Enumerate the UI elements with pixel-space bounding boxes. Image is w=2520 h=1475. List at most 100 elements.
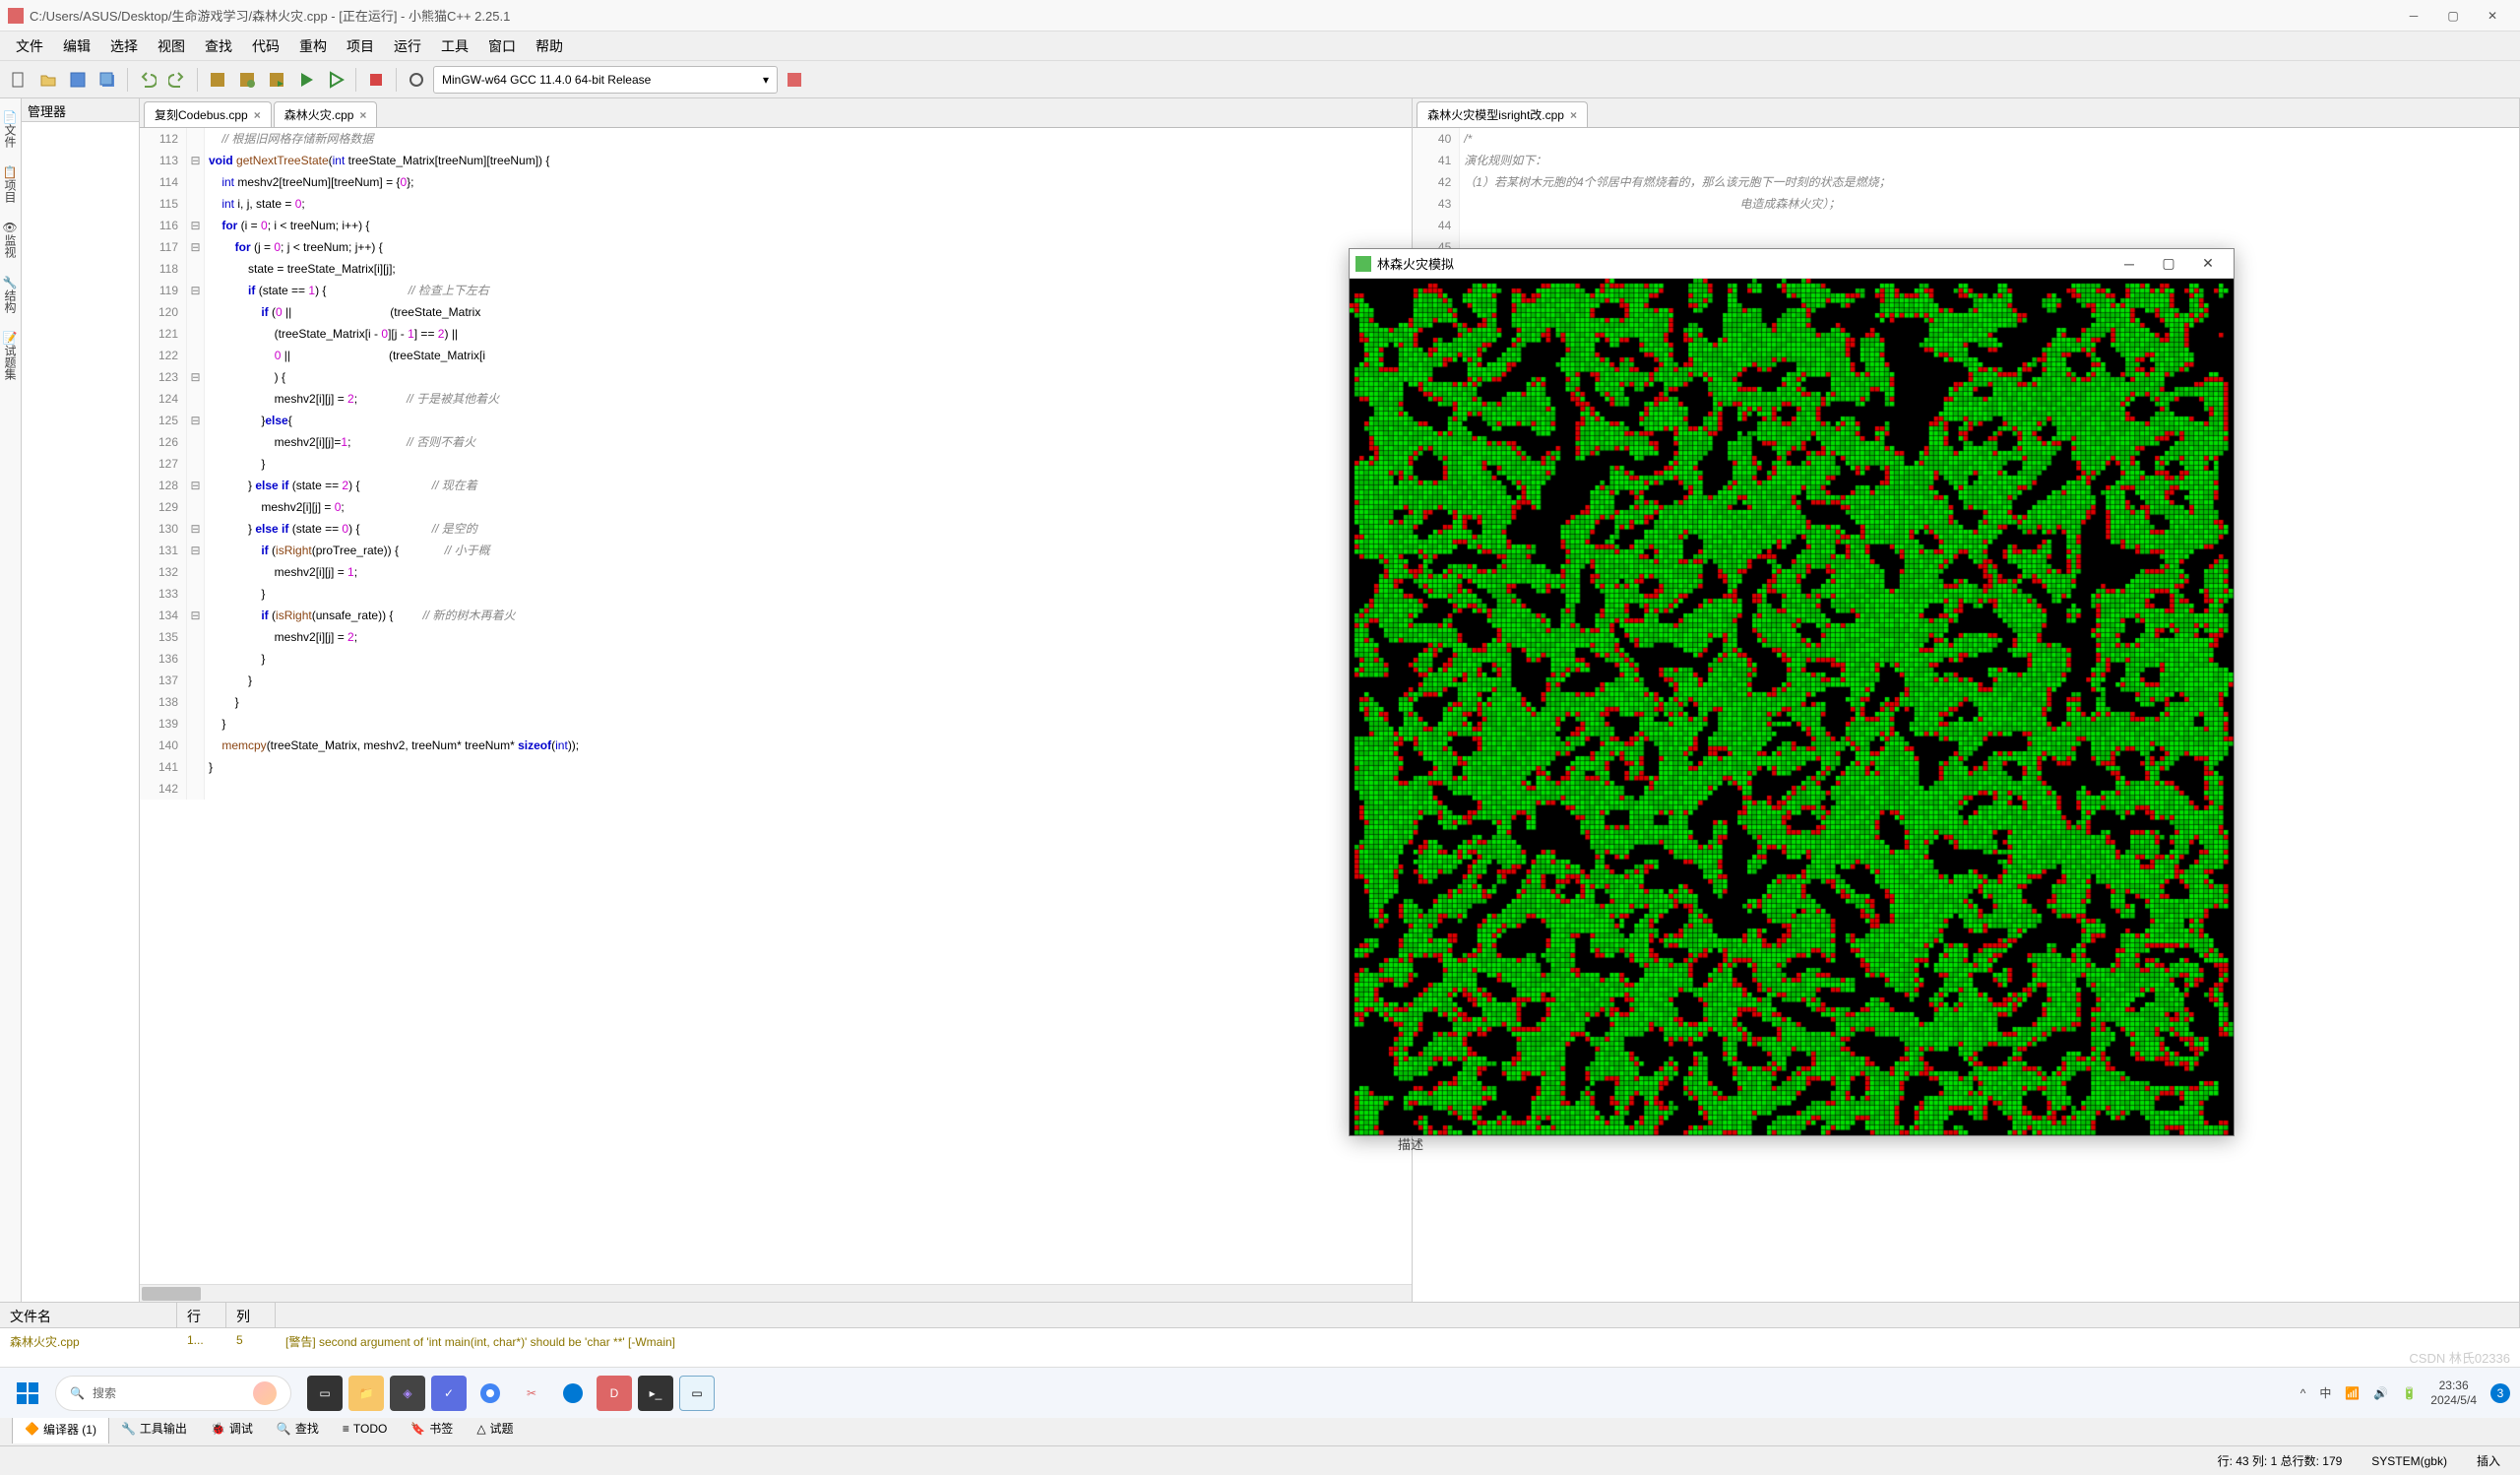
menu-项目[interactable]: 项目 (337, 32, 384, 60)
desc-label: 描述 (1398, 1134, 1423, 1153)
search-avatar-icon (253, 1381, 277, 1405)
save-all-button[interactable] (94, 67, 120, 93)
hscroll-left[interactable] (140, 1284, 1412, 1302)
menu-代码[interactable]: 代码 (242, 32, 289, 60)
editor-right-tabbar: 森林火灾模型isright改.cpp× (1413, 98, 2519, 128)
col-line[interactable]: 行 (177, 1303, 226, 1327)
simulation-window[interactable]: 林森火灾模拟 ─ ▢ ✕ (1349, 248, 2235, 1136)
app-edge[interactable] (555, 1376, 591, 1411)
taskbar-search[interactable]: 🔍 搜索 (55, 1376, 291, 1411)
compile-button[interactable] (205, 67, 230, 93)
search-icon: 🔍 (70, 1386, 85, 1400)
tab-close[interactable]: × (1570, 108, 1577, 122)
btab-TODO[interactable]: ≡TODO (331, 1416, 399, 1442)
app-icon (8, 8, 24, 24)
compiler-settings-button[interactable] (782, 67, 807, 93)
tray-wifi-icon[interactable]: 📶 (2345, 1386, 2360, 1400)
editor-left-tabbar: 复刻Codebus.cpp×森林火灾.cpp× (140, 98, 1412, 128)
tray-clock[interactable]: 23:362024/5/4 (2430, 1379, 2477, 1407)
left-sidebar: 📄文件📋项目👁监视🔧结构📝试题集 (0, 98, 22, 1302)
status-mode: 插入 (2477, 1452, 2500, 1469)
tray-ime-icon[interactable]: 中 (2319, 1384, 2331, 1401)
lefttab-3[interactable]: 🔧结构 (0, 268, 21, 321)
app-obsidian[interactable]: ◈ (390, 1376, 425, 1411)
tray-volume-icon[interactable]: 🔊 (2373, 1386, 2388, 1400)
tray-notifications-icon[interactable]: 3 (2490, 1383, 2510, 1403)
menu-窗口[interactable]: 窗口 (478, 32, 526, 60)
sim-title: 林森火灾模拟 (1377, 254, 2110, 273)
sim-minimize[interactable]: ─ (2110, 256, 2149, 272)
menu-运行[interactable]: 运行 (384, 32, 431, 60)
lefttab-1[interactable]: 📋项目 (0, 158, 21, 211)
taskbar-apps: ▭ 📁 ◈ ✓ ✂ D ▸_ ▭ (307, 1376, 715, 1411)
app-terminal[interactable]: ▸_ (638, 1376, 673, 1411)
save-button[interactable] (65, 67, 91, 93)
app-chrome[interactable] (472, 1376, 508, 1411)
close-button[interactable]: ✕ (2473, 2, 2512, 30)
sim-icon (1355, 256, 1371, 272)
code-editor-left[interactable]: 112 // 根据旧网格存储新网格数据113⊟void getNextTreeS… (140, 128, 1412, 1284)
lefttab-4[interactable]: 📝试题集 (0, 323, 21, 388)
open-button[interactable] (35, 67, 61, 93)
watermark: CSDN 林氏02336 (2409, 1348, 2510, 1367)
config-button[interactable] (404, 67, 429, 93)
col-filename[interactable]: 文件名 (0, 1303, 177, 1327)
minimize-button[interactable]: ─ (2394, 2, 2433, 30)
btab-调试[interactable]: 🐞调试 (199, 1414, 265, 1443)
tray-battery-icon[interactable]: 🔋 (2402, 1386, 2417, 1400)
menu-帮助[interactable]: 帮助 (526, 32, 573, 60)
taskbar: 🔍 搜索 ▭ 📁 ◈ ✓ ✂ D ▸_ ▭ ^ 中 📶 🔊 🔋 23:36202… (0, 1367, 2520, 1418)
btab-工具输出[interactable]: 🔧工具输出 (109, 1414, 199, 1443)
stop-button[interactable] (363, 67, 389, 93)
manager-panel: 管理器 (22, 98, 140, 1302)
status-encoding: SYSTEM(gbk) (2371, 1454, 2447, 1468)
app-todo[interactable]: ✓ (431, 1376, 467, 1411)
undo-button[interactable] (135, 67, 160, 93)
tab-复刻Codebus.cpp[interactable]: 复刻Codebus.cpp× (144, 101, 272, 127)
tab-森林火灾.cpp[interactable]: 森林火灾.cpp× (274, 101, 378, 127)
lefttab-0[interactable]: 📄文件 (0, 102, 21, 156)
system-tray[interactable]: ^ 中 📶 🔊 🔋 23:362024/5/4 3 (2300, 1379, 2510, 1407)
sim-maximize[interactable]: ▢ (2149, 255, 2188, 272)
tray-expand-icon[interactable]: ^ (2300, 1386, 2306, 1400)
menu-文件[interactable]: 文件 (6, 32, 53, 60)
compiler-select[interactable]: MinGW-w64 GCC 11.4.0 64-bit Release▾ (433, 66, 778, 94)
btab-查找[interactable]: 🔍查找 (265, 1414, 331, 1443)
app-snip[interactable]: ✂ (514, 1376, 549, 1411)
start-button[interactable] (10, 1376, 45, 1411)
app-devcpp[interactable]: D (597, 1376, 632, 1411)
sim-close[interactable]: ✕ (2188, 255, 2228, 272)
rebuild-button[interactable] (264, 67, 289, 93)
col-col[interactable]: 列 (226, 1303, 276, 1327)
tab-森林火灾模型isright改.cpp[interactable]: 森林火灾模型isright改.cpp× (1417, 101, 1588, 127)
maximize-button[interactable]: ▢ (2433, 2, 2473, 30)
manager-header: 管理器 (22, 98, 139, 122)
menu-重构[interactable]: 重构 (289, 32, 337, 60)
status-bar: 行: 43 列: 1 总行数: 179 SYSTEM(gbk) 插入 (0, 1445, 2520, 1475)
menu-编辑[interactable]: 编辑 (53, 32, 100, 60)
menu-视图[interactable]: 视图 (148, 32, 195, 60)
menu-选择[interactable]: 选择 (100, 32, 148, 60)
debug-button[interactable] (323, 67, 348, 93)
app-explorer[interactable]: 📁 (348, 1376, 384, 1411)
app-running[interactable]: ▭ (679, 1376, 715, 1411)
lefttab-2[interactable]: 👁监视 (0, 213, 21, 266)
col-msg (276, 1303, 2520, 1327)
btab-书签[interactable]: 🔖书签 (399, 1414, 465, 1443)
tab-close[interactable]: × (254, 108, 261, 122)
sim-titlebar[interactable]: 林森火灾模拟 ─ ▢ ✕ (1350, 249, 2234, 279)
btab-试题[interactable]: △试题 (465, 1414, 525, 1443)
btab-编译器 (1)[interactable]: 🔶编译器 (1) (12, 1414, 109, 1443)
window-title: C:/Users/ASUS/Desktop/生命游戏学习/森林火灾.cpp - … (30, 6, 2394, 25)
build-button[interactable] (234, 67, 260, 93)
status-position: 行: 43 列: 1 总行数: 179 (2218, 1452, 2343, 1469)
new-file-button[interactable] (6, 67, 32, 93)
run-button[interactable] (293, 67, 319, 93)
app-taskview[interactable]: ▭ (307, 1376, 343, 1411)
redo-button[interactable] (164, 67, 190, 93)
message-row[interactable]: 森林火灾.cpp 1... 5 [警告] second argument of … (0, 1328, 2520, 1355)
menu-工具[interactable]: 工具 (431, 32, 478, 60)
toolbar: MinGW-w64 GCC 11.4.0 64-bit Release▾ (0, 61, 2520, 98)
menu-查找[interactable]: 查找 (195, 32, 242, 60)
tab-close[interactable]: × (359, 108, 366, 122)
